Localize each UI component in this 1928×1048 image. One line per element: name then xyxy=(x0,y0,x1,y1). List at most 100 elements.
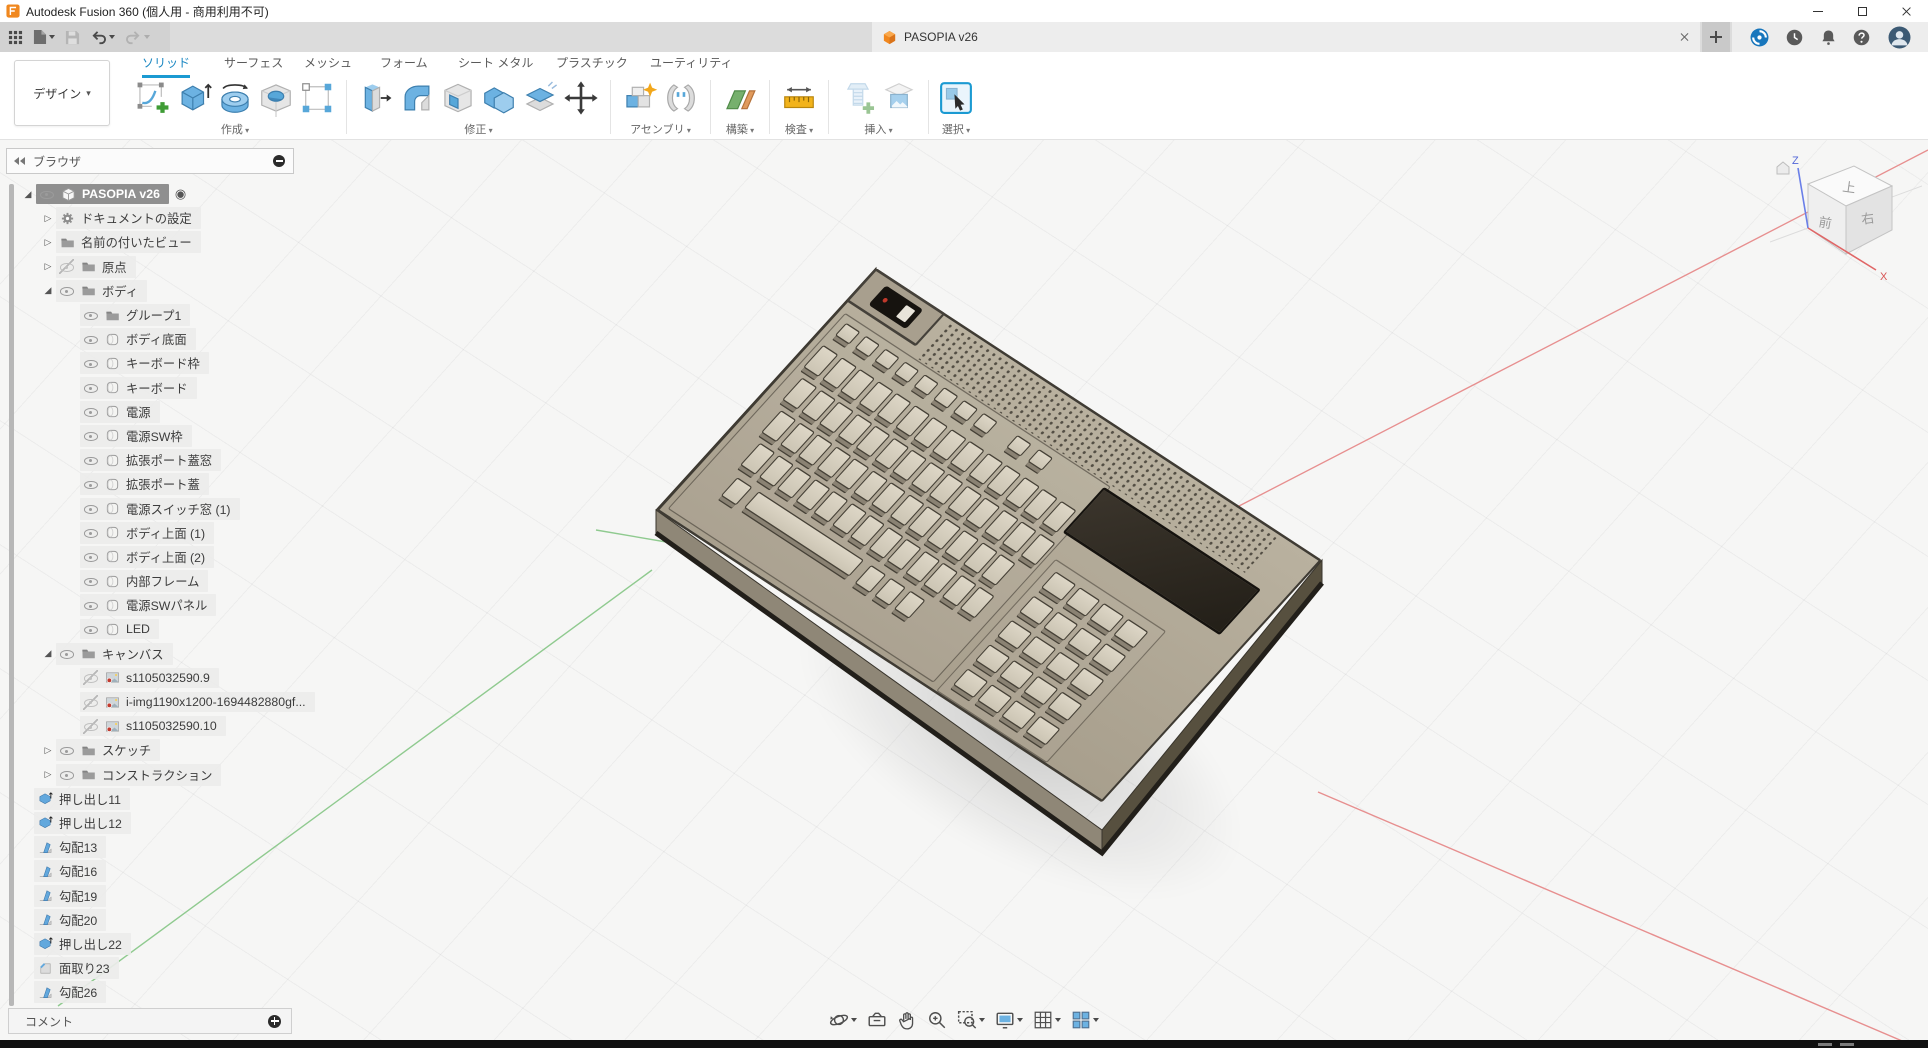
job-status-icon[interactable] xyxy=(1786,29,1803,46)
move-icon[interactable] xyxy=(562,79,600,117)
tree-item-label[interactable]: ボディ上面 (2) xyxy=(126,548,205,566)
measure-icon[interactable] xyxy=(780,79,818,117)
visibility-icon[interactable] xyxy=(83,428,98,443)
tree-item-label[interactable]: ボディ底面 xyxy=(126,330,187,348)
grid-settings-button[interactable] xyxy=(1031,1008,1063,1032)
pattern-icon[interactable] xyxy=(298,79,336,117)
visibility-icon[interactable] xyxy=(83,380,98,395)
group-label-inspect[interactable]: 検査 xyxy=(785,121,813,137)
minimize-panel-icon[interactable] xyxy=(273,155,285,167)
view-cube[interactable]: 上 前 右 Z X xyxy=(1770,144,1922,284)
tree-item-label[interactable]: 電源 xyxy=(126,403,151,421)
visibility-icon[interactable] xyxy=(83,404,98,419)
visibility-icon[interactable] xyxy=(59,646,74,661)
tree-item-label[interactable]: コンストラクション xyxy=(102,766,212,784)
browser-scrollbar[interactable] xyxy=(9,184,14,1006)
shell-icon[interactable] xyxy=(439,79,477,117)
orbit-button[interactable] xyxy=(827,1008,859,1032)
ribbon-tab-2[interactable]: サーフェス xyxy=(224,54,283,75)
visibility-icon[interactable] xyxy=(83,501,98,516)
expand-closed-icon[interactable]: ▷ xyxy=(40,745,56,756)
tree-item-node[interactable]: 電源SW枠 xyxy=(6,424,294,448)
tree-item-label[interactable]: ボディ xyxy=(102,282,138,300)
tree-item-label[interactable]: 押し出し11 xyxy=(59,790,121,808)
tree-item-node[interactable]: i-img1190x1200-1694482880gf... xyxy=(6,690,294,714)
tree-item-feature[interactable]: 面取り23 xyxy=(6,956,294,980)
visibility-icon[interactable] xyxy=(83,477,98,492)
joint-icon[interactable] xyxy=(662,79,700,117)
combine-icon[interactable] xyxy=(480,79,518,117)
expand-closed-icon[interactable]: ▷ xyxy=(40,769,56,780)
tree-item-node[interactable]: 拡張ポート蓋窓 xyxy=(6,448,294,472)
tree-item-label[interactable]: 拡張ポート蓋 xyxy=(126,475,200,493)
ribbon-tab-4[interactable]: フォーム xyxy=(380,54,428,75)
tree-item-label[interactable]: 電源SWパネル xyxy=(126,596,207,614)
maximize-button[interactable] xyxy=(1840,0,1884,22)
tree-item-label[interactable]: スケッチ xyxy=(102,741,151,759)
group-label-construct[interactable]: 構築 xyxy=(726,121,754,137)
tree-item-node[interactable]: 電源 xyxy=(6,400,294,424)
tree-item-feature[interactable]: 勾配19 xyxy=(6,883,294,907)
tree-item-label[interactable]: PASOPIA v26 xyxy=(82,187,160,201)
notifications-icon[interactable] xyxy=(1821,29,1836,46)
create-sketch-icon[interactable] xyxy=(134,79,172,117)
visibility-icon[interactable] xyxy=(83,598,98,613)
visibility-icon[interactable] xyxy=(83,453,98,468)
tree-item-label[interactable]: キャンバス xyxy=(102,645,164,663)
extensions-icon[interactable] xyxy=(1750,28,1769,47)
expand-closed-icon[interactable]: ▷ xyxy=(40,261,56,272)
collapse-panel-icon[interactable] xyxy=(14,157,26,165)
insert-decal-icon[interactable] xyxy=(880,79,918,117)
activate-component-icon[interactable]: ◉ xyxy=(175,186,186,202)
tree-item-label[interactable]: LED xyxy=(126,622,150,636)
app-grid-button[interactable] xyxy=(8,30,23,45)
expand-closed-icon[interactable]: ▷ xyxy=(40,237,56,248)
pan-button[interactable] xyxy=(895,1008,919,1032)
zoom-button[interactable] xyxy=(925,1008,949,1032)
tree-item-label[interactable]: 拡張ポート蓋窓 xyxy=(126,451,212,469)
ribbon-tab-1[interactable]: ソリッド xyxy=(142,54,190,78)
group-label-modify[interactable]: 修正 xyxy=(464,121,492,137)
tree-item-feature[interactable]: 押し出し12 xyxy=(6,811,294,835)
ribbon-tab-7[interactable]: ユーティリティ xyxy=(650,54,733,75)
avatar[interactable] xyxy=(1888,26,1911,49)
tree-item-node[interactable]: ▷ スケッチ xyxy=(6,738,294,762)
browser-header[interactable]: ブラウザ xyxy=(6,148,294,174)
visibility-icon[interactable] xyxy=(59,283,74,298)
home-view-icon[interactable] xyxy=(1777,162,1789,174)
ribbon-tab-5[interactable]: シート メタル xyxy=(458,54,533,75)
tree-item-node[interactable]: キーボード枠 xyxy=(6,351,294,375)
tree-item-label[interactable]: 電源SW枠 xyxy=(126,427,183,445)
tree-item-label[interactable]: グループ1 xyxy=(126,306,181,324)
press-pull-icon[interactable] xyxy=(357,79,395,117)
tree-item-label[interactable]: 勾配20 xyxy=(59,911,97,929)
tree-item-node[interactable]: 電源SWパネル xyxy=(6,593,294,617)
tree-item-node[interactable]: 拡張ポート蓋 xyxy=(6,472,294,496)
comment-bar[interactable]: コメント xyxy=(8,1008,292,1034)
offset-face-icon[interactable] xyxy=(521,79,559,117)
visibility-off-icon[interactable] xyxy=(83,670,98,685)
insert-fastener-icon[interactable] xyxy=(839,79,877,117)
tree-item-label[interactable]: 内部フレーム xyxy=(126,572,199,590)
construct-plane-icon[interactable] xyxy=(721,79,759,117)
fillet-icon[interactable] xyxy=(398,79,436,117)
visibility-off-icon[interactable] xyxy=(83,719,98,734)
visibility-icon[interactable] xyxy=(83,332,98,347)
visibility-icon[interactable] xyxy=(83,525,98,540)
tree-item-label[interactable]: 名前の付いたビュー xyxy=(81,233,192,251)
tree-item-node[interactable]: 内部フレーム xyxy=(6,569,294,593)
document-tab[interactable]: PASOPIA v26 xyxy=(872,22,1700,52)
tree-item-node[interactable]: ▷ 名前の付いたビュー xyxy=(6,230,294,254)
extrude-icon[interactable] xyxy=(175,79,213,117)
tab-close-icon[interactable] xyxy=(1678,31,1690,43)
tree-item-label[interactable]: 勾配16 xyxy=(59,862,97,880)
tree-item-label[interactable]: s1105032590.10 xyxy=(126,719,217,733)
tree-item-node[interactable]: キーボード xyxy=(6,376,294,400)
tree-item-label[interactable]: ボディ上面 (1) xyxy=(126,524,205,542)
group-label-select[interactable]: 選択 xyxy=(942,121,970,137)
new-component-icon[interactable] xyxy=(621,79,659,117)
group-label-assemble[interactable]: アセンブリ xyxy=(630,121,691,137)
revolve-icon[interactable] xyxy=(216,79,254,117)
file-menu-button[interactable] xyxy=(33,29,55,45)
workspace-selector[interactable]: デザイン xyxy=(14,60,110,126)
